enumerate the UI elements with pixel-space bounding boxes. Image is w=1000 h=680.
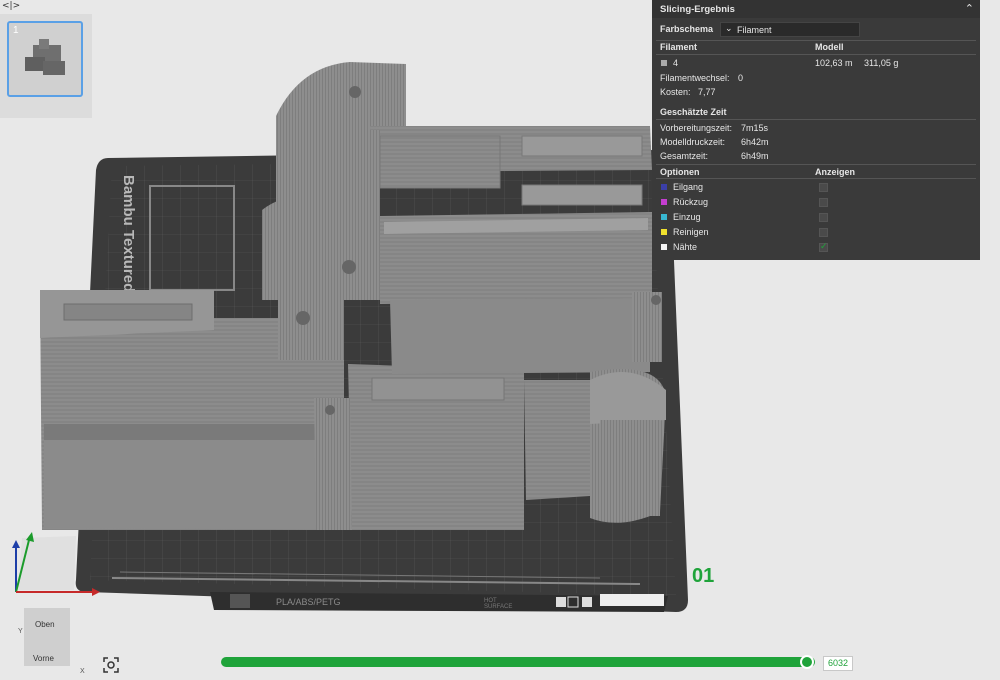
modelldruck-value: 6h42m (741, 137, 769, 147)
thumbnail-model-icon (25, 39, 65, 75)
vorbereitung-label: Vorbereitungszeit: (660, 123, 733, 133)
optionen-header: Optionen (660, 167, 700, 177)
option-color-swatch (661, 184, 667, 190)
plate-thumbnail-number: 1 (13, 25, 19, 36)
option-checkbox[interactable] (819, 213, 828, 222)
option-color-swatch (661, 199, 667, 205)
option-color-swatch (661, 214, 667, 220)
kosten-value: 7,77 (698, 87, 716, 97)
option-label: Rückzug (673, 197, 709, 207)
view-navigation-cube[interactable]: Oben Vorne (24, 608, 70, 666)
gesamtzeit-label: Gesamtzeit: (660, 151, 709, 161)
filament-weight: 311,05 g (864, 58, 899, 68)
plate-brand-text: Bambu Textured (120, 175, 137, 292)
filamentwechsel-value: 0 (738, 73, 744, 83)
option-checkbox[interactable] (819, 241, 828, 252)
modelldruck-label: Modelldruckzeit: (660, 137, 726, 147)
farbschema-select-value: Filament (737, 25, 772, 35)
farbschema-select[interactable]: ⌄ Filament (720, 22, 860, 37)
filament-length: 102,63 m (815, 58, 853, 68)
chevron-up-icon[interactable]: ⌃ (965, 2, 974, 15)
panel-header: Slicing-Ergebnis ⌃ (652, 0, 980, 18)
filamentwechsel-label: Filamentwechsel: (660, 73, 730, 83)
option-label: Einzug (673, 212, 701, 222)
printed-model (40, 62, 666, 530)
filament-number: 4 (673, 58, 679, 68)
option-label: Nähte (673, 242, 698, 252)
option-label: Eilgang (673, 182, 704, 192)
gesamtzeit-value: 6h49m (741, 151, 769, 161)
collapse-sidebar-icon[interactable]: <|> (2, 1, 20, 13)
layer-slider-track[interactable] (221, 657, 815, 667)
fit-view-icon[interactable] (101, 655, 121, 675)
plate-material-text: PLA/ABS/PETG (276, 597, 341, 607)
farbschema-label: Farbschema (660, 24, 714, 34)
anzeigen-header: Anzeigen (815, 167, 856, 177)
panel-title: Slicing-Ergebnis (660, 4, 735, 15)
axis-y-label: Y (18, 628, 23, 635)
slicing-result-panel: Slicing-Ergebnis ⌃ Farbschema ⌄ Filament… (652, 0, 980, 260)
kosten-label: Kosten: (660, 87, 691, 97)
modell-header: Modell (815, 42, 844, 52)
vorbereitung-value: 7m15s (741, 123, 769, 133)
filament-header: Filament (660, 42, 698, 52)
filament-color-swatch (661, 60, 667, 66)
layer-slider-handle[interactable] (800, 655, 814, 669)
estimated-time-header: Geschätzte Zeit (660, 107, 727, 117)
option-checkbox[interactable] (819, 183, 828, 192)
plate-surface-text: SURFACE (484, 604, 512, 610)
plate-number: 01 (692, 565, 714, 587)
plate-thumbnail[interactable]: 1 (7, 21, 83, 97)
chevron-down-icon: ⌄ (725, 23, 733, 33)
option-color-swatch (661, 244, 667, 250)
nav-cube-front-label: Vorne (33, 654, 54, 663)
option-color-swatch (661, 229, 667, 235)
option-checkbox[interactable] (819, 198, 828, 207)
nav-cube-top-label: Oben (35, 620, 55, 629)
layer-slider-value: 6032 (823, 656, 853, 671)
option-checkbox[interactable] (819, 228, 828, 237)
option-label: Reinigen (673, 227, 709, 237)
axis-x-label: X (80, 668, 85, 675)
